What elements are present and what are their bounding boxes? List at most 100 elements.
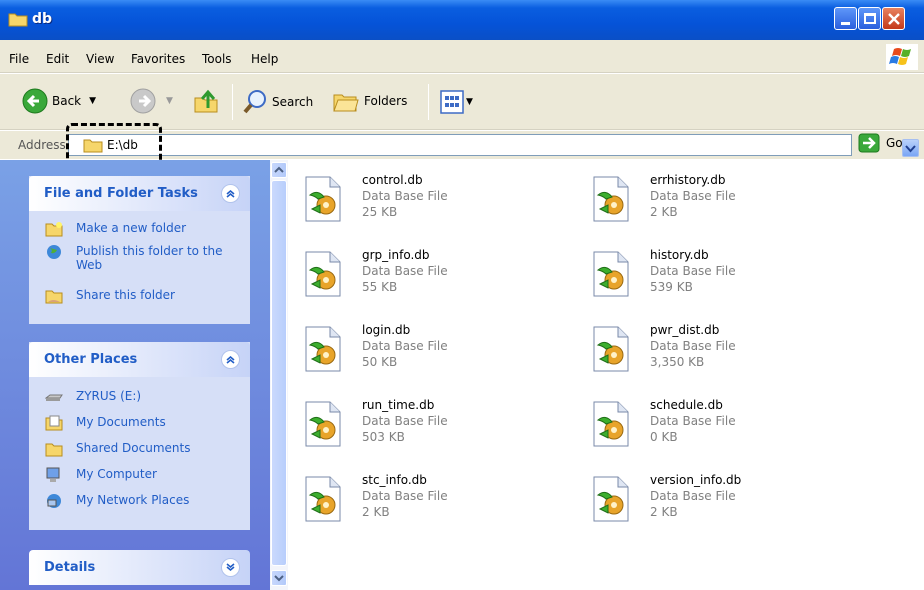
place-label: My Documents [76,415,166,429]
file-item[interactable]: version_info.db Data Base File 2 KB [590,473,840,533]
views-dropdown-icon[interactable]: ▼ [466,97,473,107]
database-file-icon [305,326,341,372]
go-button[interactable]: Go [858,133,903,153]
menu-favorites[interactable]: Favorites [131,52,185,66]
file-item[interactable]: stc_info.db Data Base File 2 KB [302,473,552,533]
share-folder-icon [45,290,63,304]
folder-icon [8,13,28,27]
menu-edit[interactable]: Edit [46,52,69,66]
up-folder-button[interactable] [192,86,222,116]
database-file-icon [305,401,341,447]
scroll-down-button[interactable] [271,570,287,586]
file-name: schedule.db [650,398,723,412]
network-icon [47,494,61,508]
file-name: history.db [650,248,709,262]
expand-icon[interactable] [221,558,240,577]
toolbar: Back ▼ ▼ Search Folders ▼ [0,74,924,130]
search-button[interactable]: Search [242,89,313,115]
forward-button[interactable]: ▼ [130,88,173,114]
views-icon [440,90,464,114]
file-item[interactable]: grp_info.db Data Base File 55 KB [302,248,552,308]
file-item[interactable]: history.db Data Base File 539 KB [590,248,840,308]
maximize-button[interactable] [858,7,881,30]
file-size: 3,350 KB [650,355,705,369]
file-type: Data Base File [650,339,736,353]
scroll-thumb[interactable] [271,180,287,566]
task-make-new-folder[interactable]: Make a new folder [29,219,250,242]
task-label: Share this folder [76,288,175,302]
place-drive[interactable]: ZYRUS (E:) [29,387,250,413]
menu-view[interactable]: View [86,52,114,66]
address-dropdown-button[interactable] [902,139,919,157]
file-type: Data Base File [362,189,448,203]
go-arrow-icon [858,133,880,153]
folders-button[interactable]: Folders [332,89,407,113]
globe-icon [47,245,61,259]
tasks-panel-title: File and Folder Tasks [44,186,198,201]
file-size: 0 KB [650,430,678,444]
file-name: login.db [362,323,411,337]
scroll-up-button[interactable] [271,162,287,178]
task-pane: File and Folder Tasks Make a new folder … [0,160,270,590]
menu-tools[interactable]: Tools [202,52,232,66]
database-file-icon [593,326,629,372]
task-pane-scrollbar[interactable] [270,160,288,590]
title-bar[interactable]: db [0,0,924,40]
database-file-icon [593,176,629,222]
forward-dropdown-icon[interactable]: ▼ [166,96,173,106]
menu-help[interactable]: Help [251,52,278,66]
file-name: version_info.db [650,473,742,487]
minimize-button[interactable] [834,7,857,30]
back-arrow-icon [22,88,48,114]
places-panel-header[interactable]: Other Places [29,342,250,377]
task-share-folder[interactable]: Share this folder [29,286,250,309]
documents-icon [45,415,63,431]
place-label: My Computer [76,467,157,481]
windows-logo-icon [886,44,918,70]
collapse-icon[interactable] [221,184,240,203]
tasks-panel-header[interactable]: File and Folder Tasks [29,176,250,211]
back-button[interactable]: Back ▼ [22,88,96,114]
file-type: Data Base File [362,414,448,428]
file-type: Data Base File [650,264,736,278]
place-my-computer[interactable]: My Computer [29,465,250,491]
up-folder-icon [194,89,218,113]
collapse-icon[interactable] [221,350,240,369]
file-type: Data Base File [650,414,736,428]
close-icon [888,13,900,25]
drive-icon [45,394,63,401]
file-size: 2 KB [650,205,678,219]
file-item[interactable]: control.db Data Base File 25 KB [302,173,552,233]
search-icon [243,90,266,114]
close-button[interactable] [882,7,905,30]
computer-icon [46,467,60,482]
file-item[interactable]: run_time.db Data Base File 503 KB [302,398,552,458]
details-panel-title: Details [44,560,96,575]
menu-file[interactable]: File [9,52,29,66]
file-name: grp_info.db [362,248,430,262]
places-panel-title: Other Places [44,352,138,367]
file-item[interactable]: pwr_dist.db Data Base File 3,350 KB [590,323,840,383]
details-panel-header[interactable]: Details [29,550,250,585]
window-title: db [32,11,53,27]
place-label: My Network Places [76,493,190,507]
address-label: Address [18,138,66,152]
file-size: 50 KB [362,355,398,369]
file-name: run_time.db [362,398,435,412]
place-label: Shared Documents [76,441,191,455]
back-dropdown-icon[interactable]: ▼ [89,96,96,106]
file-size: 25 KB [362,205,398,219]
file-item[interactable]: errhistory.db Data Base File 2 KB [590,173,840,233]
file-item[interactable]: schedule.db Data Base File 0 KB [590,398,840,458]
details-panel: Details [29,550,250,590]
task-publish-web[interactable]: Publish this folder to the Web [29,242,250,286]
place-shared-documents[interactable]: Shared Documents [29,439,250,465]
folder-icon [45,443,63,457]
chevron-down-icon [905,145,916,153]
place-my-documents[interactable]: My Documents [29,413,250,439]
place-network[interactable]: My Network Places [29,491,250,517]
views-button[interactable]: ▼ [440,90,473,114]
address-input[interactable]: E:\db [68,134,919,157]
file-item[interactable]: login.db Data Base File 50 KB [302,323,552,383]
go-label: Go [886,136,903,150]
